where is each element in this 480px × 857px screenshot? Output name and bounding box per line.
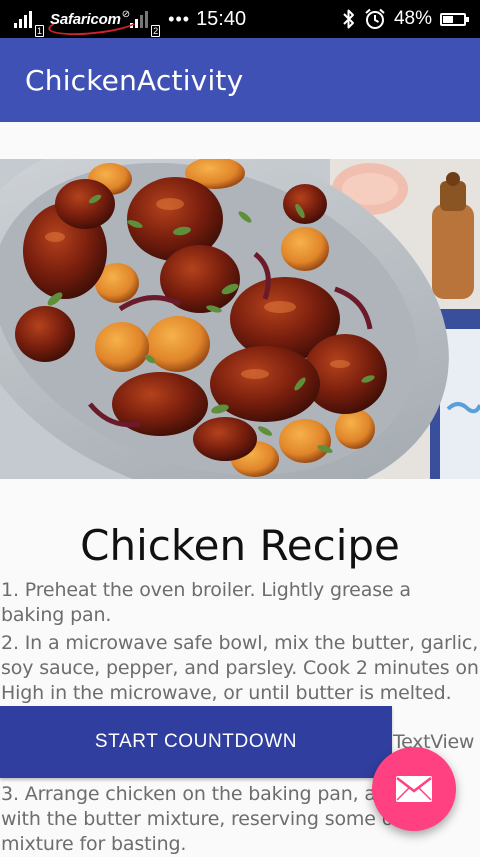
battery-level-fill [443, 15, 453, 23]
alarm-icon [365, 8, 385, 29]
sim1-label: 1 [35, 25, 45, 37]
carrier-name: Safaricom [47, 8, 141, 39]
recipe-step-1: 1. Preheat the oven broiler. Lightly gre… [1, 579, 411, 626]
sim2-label: 2 [151, 25, 161, 37]
app-title: ChickenActivity [25, 63, 244, 97]
signal-icon [14, 10, 32, 28]
battery-icon [440, 12, 469, 26]
status-bar: 1 Safaricom ⊘ 2 ••• 15:40 48% [0, 0, 480, 39]
battery-percent: 48% [393, 8, 432, 29]
app-bar: ChickenActivity [0, 38, 480, 122]
start-countdown-button[interactable]: START COUNTDOWN [0, 706, 392, 778]
more-notifications-icon: ••• [168, 8, 191, 29]
email-fab-button[interactable] [372, 747, 456, 831]
status-bar-right: 48% [342, 0, 469, 38]
chicken-dish-image [0, 159, 480, 479]
mail-icon [396, 776, 432, 802]
chicken-dish-illustration [0, 159, 480, 479]
bluetooth-icon [343, 9, 354, 29]
recipe-step-2: 2. In a microwave safe bowl, mix the but… [1, 632, 479, 704]
recipe-title: Chicken Recipe [80, 521, 400, 570]
status-time: 15:40 [196, 7, 247, 30]
status-bar-left: 1 Safaricom ⊘ 2 ••• 15:40 [14, 0, 247, 39]
